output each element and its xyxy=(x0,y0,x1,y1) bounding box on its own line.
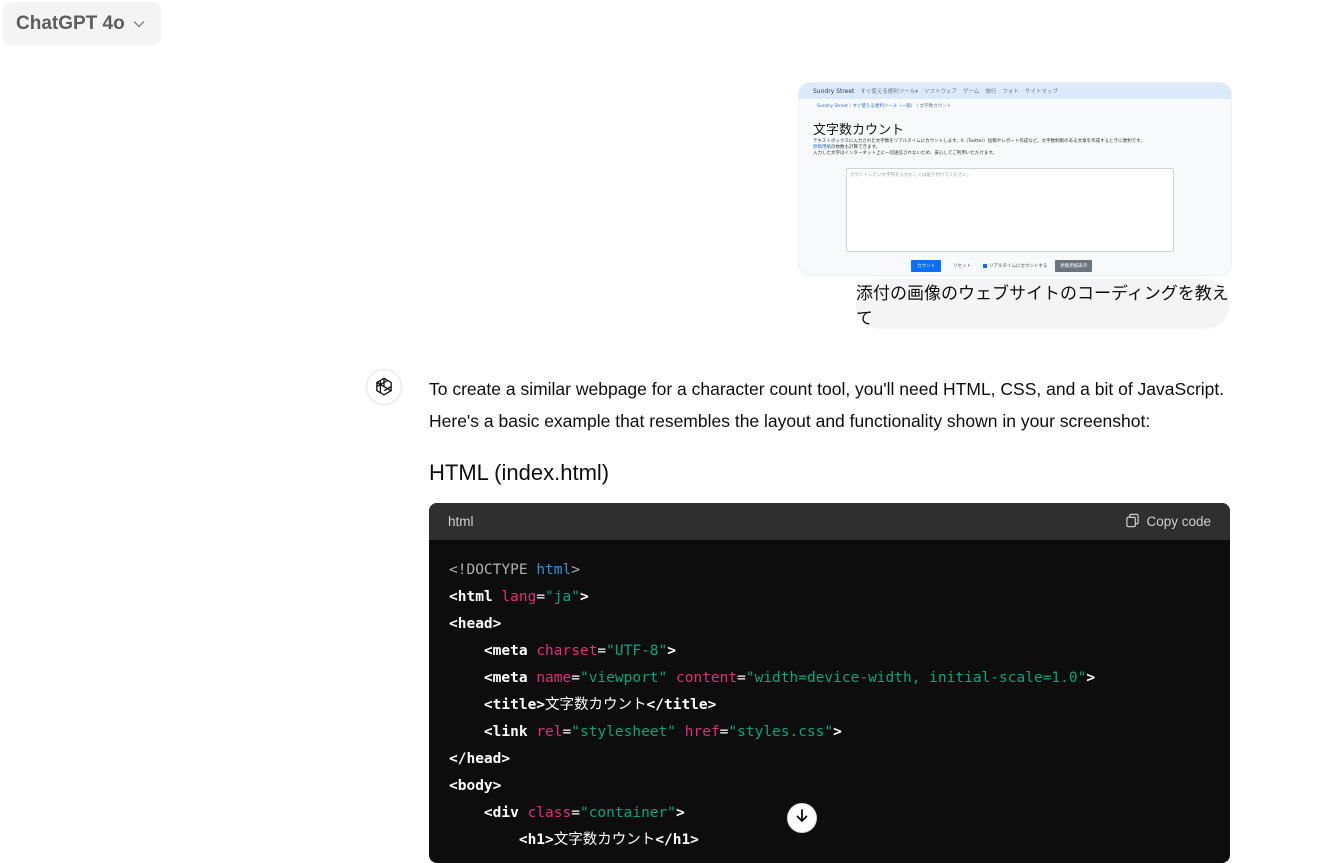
code-line: <title>文字数カウント</title> xyxy=(449,692,1210,719)
code-line: <h1>文字数カウント</h1> xyxy=(449,827,1210,854)
code-token: <h1> xyxy=(518,832,554,848)
scroll-to-bottom-button[interactable] xyxy=(787,803,817,833)
code-token: > xyxy=(571,562,580,578)
code-token: <meta xyxy=(483,643,528,659)
code-content: <!DOCTYPE html> <html lang="ja"> <head> <m… xyxy=(429,540,1230,863)
code-line: <link rel="stylesheet" href="styles.css"… xyxy=(449,719,1210,746)
arrow-down-icon xyxy=(794,808,810,829)
chevron-down-icon xyxy=(133,17,145,31)
code-token: = xyxy=(571,805,580,821)
code-token: html xyxy=(536,562,572,578)
thumb-detail-button: 原稿用紙表示 xyxy=(1055,260,1093,272)
attached-image[interactable]: Sundry Street すぐ使える便利ツール▾ ソフトウェア ゲーム 旅行 … xyxy=(798,82,1232,276)
code-token: "viewport" xyxy=(579,670,668,686)
thumb-realtime-checkbox: リアルタイムにカウントする xyxy=(983,263,1047,269)
code-token: > xyxy=(1086,670,1096,686)
code-token: "ja" xyxy=(545,589,580,605)
thumb-controls: カウント リセット リアルタイムにカウントする 原稿用紙表示 xyxy=(911,260,1093,272)
thumb-nav-item: フォト xyxy=(1002,89,1019,95)
openai-logo-icon xyxy=(366,369,402,405)
code-token: <head> xyxy=(449,616,502,632)
code-token: content xyxy=(676,670,738,686)
checkbox-icon xyxy=(983,264,987,268)
thumb-description: テキストボックスに入力された文字数をリアルタイムにカウントします。X（Twitt… xyxy=(813,139,1217,157)
code-line: </head> xyxy=(449,746,1210,773)
thumb-nav-item: 旅行 xyxy=(985,89,997,95)
thumb-navbar: Sundry Street すぐ使える便利ツール▾ ソフトウェア ゲーム 旅行 … xyxy=(799,83,1231,99)
code-line: <meta name="viewport" content="width=dev… xyxy=(449,665,1210,692)
code-block-header: html Copy code xyxy=(429,503,1230,540)
code-token: > xyxy=(667,643,676,659)
code-token: "container" xyxy=(579,805,676,821)
code-line: <meta charset="UTF-8"> xyxy=(449,638,1210,665)
code-token: = xyxy=(571,670,580,686)
code-token: "stylesheet" xyxy=(571,724,677,740)
code-token: charset xyxy=(536,643,598,659)
code-token: </title> xyxy=(646,697,717,713)
code-token: 文字数カウント xyxy=(545,697,647,713)
code-token: class xyxy=(527,805,572,821)
copy-code-label: Copy code xyxy=(1146,514,1211,529)
thumb-count-button: カウント xyxy=(911,260,941,272)
code-token: <meta xyxy=(483,670,528,686)
thumb-crumb-1: Sundry Street xyxy=(817,104,849,109)
code-token: > xyxy=(833,724,842,740)
code-token: = xyxy=(597,643,607,659)
code-token: <div xyxy=(483,805,519,821)
thumb-desc-link: 原稿用紙 xyxy=(813,145,831,150)
thumb-nav-item: すぐ使える便利ツール▾ xyxy=(860,89,918,95)
code-token: > xyxy=(676,805,685,821)
code-token: <link xyxy=(483,724,528,740)
code-token: rel xyxy=(536,724,563,740)
code-token: <!DOCTYPE xyxy=(449,562,537,578)
code-token: lang xyxy=(501,589,537,605)
code-token: 文字数カウント xyxy=(553,832,656,848)
user-message: 添付の画像のウェブサイトのコーディングを教えて xyxy=(856,279,1230,329)
thumb-crumb-3: 文字数カウント xyxy=(919,104,952,109)
code-token: <body> xyxy=(449,778,502,794)
thumb-desc-line: 入力した文字はインターネット上に一切送信されないため、安心してご利用いただけます… xyxy=(813,151,997,156)
code-token: </head> xyxy=(449,751,511,767)
copy-code-button[interactable]: Copy code xyxy=(1125,513,1211,531)
code-language: html xyxy=(448,514,474,529)
thumb-crumb-2: すぐ使える便利ツール（一般） xyxy=(852,104,916,109)
code-token: name xyxy=(536,670,572,686)
section-heading: HTML (index.html) xyxy=(429,460,610,485)
code-token: = xyxy=(737,670,746,686)
code-line: <div class="container"> xyxy=(449,800,1210,827)
code-token: > xyxy=(579,589,589,605)
code-token: <title> xyxy=(483,697,546,713)
code-token: = xyxy=(562,724,572,740)
thumb-heading: 文字数カウント xyxy=(813,123,905,138)
thumb-reset-button: リセット xyxy=(953,264,971,269)
thumb-nav-item: ゲーム xyxy=(963,89,980,95)
model-label: ChatGPT 4o xyxy=(16,12,125,34)
assistant-paragraph: To create a similar webpage for a charac… xyxy=(429,379,1225,431)
code-token: "width=device-width, initial-scale=1.0" xyxy=(745,670,1087,686)
model-selector[interactable]: ChatGPT 4o xyxy=(3,2,161,45)
thumb-nav-item: サイトマップ xyxy=(1024,89,1058,95)
thumb-checkbox-label: リアルタイムにカウントする xyxy=(989,264,1048,269)
code-token: = xyxy=(536,589,546,605)
code-line: <html lang="ja"> xyxy=(449,584,1210,611)
thumb-desc-text: の枚数も計算できます。 xyxy=(831,145,881,150)
thumb-breadcrumb: Sundry Street / すぐ使える便利ツール（一般） / 文字数カウント xyxy=(817,104,952,109)
thumb-brand: Sundry Street xyxy=(813,87,855,95)
code-token: href xyxy=(684,724,720,740)
code-line: <head> xyxy=(449,611,1210,638)
code-token: </h1> xyxy=(655,832,699,848)
code-line: <!DOCTYPE html> xyxy=(449,557,1210,584)
code-line: <body> xyxy=(449,773,1210,800)
code-token: "styles.css" xyxy=(728,724,834,740)
thumb-nav-item: ソフトウェア xyxy=(924,89,958,95)
code-token: "UTF-8" xyxy=(606,643,668,659)
code-block: html Copy code <!DOCTYPE html> <html lang… xyxy=(429,503,1230,863)
thumb-textarea: カウントしたい文字列を入力もしくは貼り付けてください。 xyxy=(846,168,1174,252)
code-token: <html xyxy=(449,589,493,605)
copy-icon xyxy=(1125,513,1140,531)
